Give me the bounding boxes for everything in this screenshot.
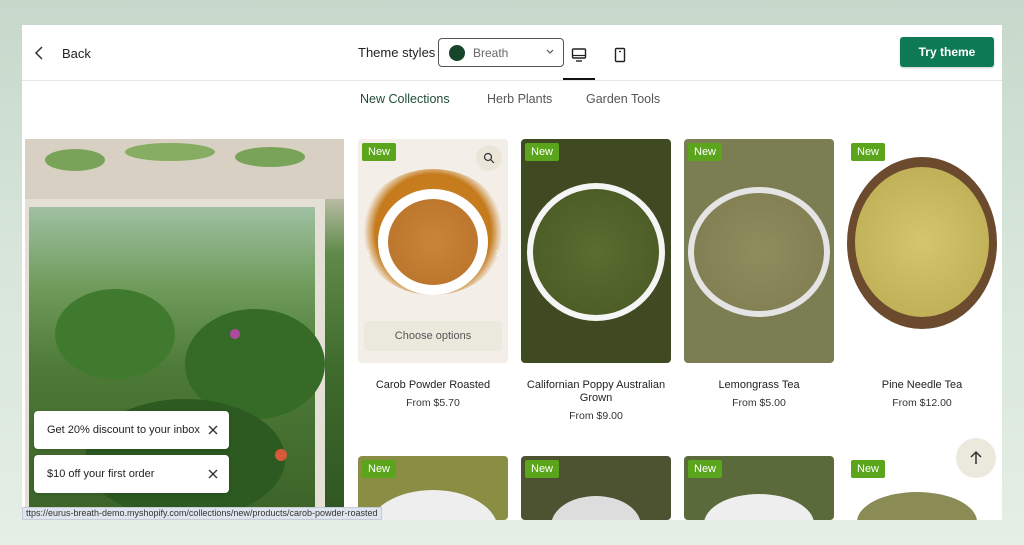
theme-styles-label: Theme styles [358,45,436,60]
product-card[interactable]: New ‹ › Choose options Carob Powder Roas… [358,139,508,409]
vine-leaves [125,143,215,161]
product-image[interactable]: New [684,456,834,520]
product-title[interactable]: Pine Needle Tea [847,379,997,392]
product-card[interactable]: New [521,456,671,520]
new-badge: New [851,143,886,161]
product-title[interactable]: Lemongrass Tea [684,379,834,392]
preview-frame: Back Theme styles Breath Try theme New C… [22,25,1002,520]
collection-tabs: New Collections Herb Plants Garden Tools [22,92,1002,110]
product-title[interactable]: Carob Powder Roasted [358,379,508,392]
product-card[interactable]: New [684,456,834,520]
product-card[interactable]: New Californian Poppy Australian Grown F… [521,139,671,422]
flower [230,329,240,339]
chevron-left-icon [34,46,43,60]
back-button[interactable]: Back [32,41,91,65]
new-badge: New [362,143,397,161]
tab-garden-tools[interactable]: Garden Tools [586,92,660,106]
back-label: Back [62,45,91,61]
product-price: From $5.00 [732,397,786,409]
zoom-button[interactable] [476,145,502,171]
try-theme-button[interactable]: Try theme [900,37,994,67]
product-title[interactable]: Californian Poppy Australian Grown [521,379,671,405]
product-image[interactable]: New [521,456,671,520]
product-image[interactable]: New [521,139,671,363]
product-image[interactable]: New [847,139,997,363]
new-badge: New [688,460,723,478]
first-order-popup[interactable]: $10 off your first order [34,455,229,493]
new-badge: New [525,143,560,161]
top-bar: Back Theme styles Breath Try theme [22,25,1002,81]
search-icon [483,152,495,164]
new-badge: New [851,460,886,478]
link-status-bar: ttps://eurus-breath-demo.myshopify.com/c… [22,507,382,520]
choose-options-button[interactable]: Choose options [364,321,502,351]
flower [275,449,287,461]
scroll-to-top-button[interactable] [956,438,996,478]
mobile-view-icon[interactable] [612,47,628,63]
close-icon[interactable] [207,468,219,480]
vine-leaves [45,149,105,171]
chevron-down-icon [546,49,554,54]
product-price: From $5.70 [406,397,460,409]
product-card[interactable]: New Pine Needle Tea From $12.00 [847,139,997,409]
new-badge: New [362,460,397,478]
close-icon[interactable] [207,424,219,436]
new-badge: New [688,143,723,161]
foliage [55,289,175,379]
popup-text: Get 20% discount to your inbox [47,424,200,436]
product-image[interactable]: New ‹ › Choose options [358,139,508,363]
arrow-up-icon [970,450,982,464]
product-price: From $9.00 [569,410,623,422]
image-prev-icon[interactable]: ‹ [366,244,371,260]
theme-style-select[interactable]: Breath [438,38,564,67]
product-price: From $12.00 [892,397,952,409]
discount-inbox-popup[interactable]: Get 20% discount to your inbox [34,411,229,449]
tab-herb-plants[interactable]: Herb Plants [487,92,552,106]
tab-new-collections[interactable]: New Collections [360,92,450,106]
theme-color-swatch [449,44,465,61]
image-next-icon[interactable]: › [495,244,500,260]
theme-style-value: Breath [473,45,509,60]
popup-text: $10 off your first order [47,468,155,480]
new-badge: New [525,460,560,478]
vine-leaves [235,147,305,167]
product-card[interactable]: New Lemongrass Tea From $5.00 [684,139,834,409]
desktop-view-icon[interactable] [571,47,587,63]
product-image[interactable]: New [684,139,834,363]
active-device-indicator [563,78,595,80]
